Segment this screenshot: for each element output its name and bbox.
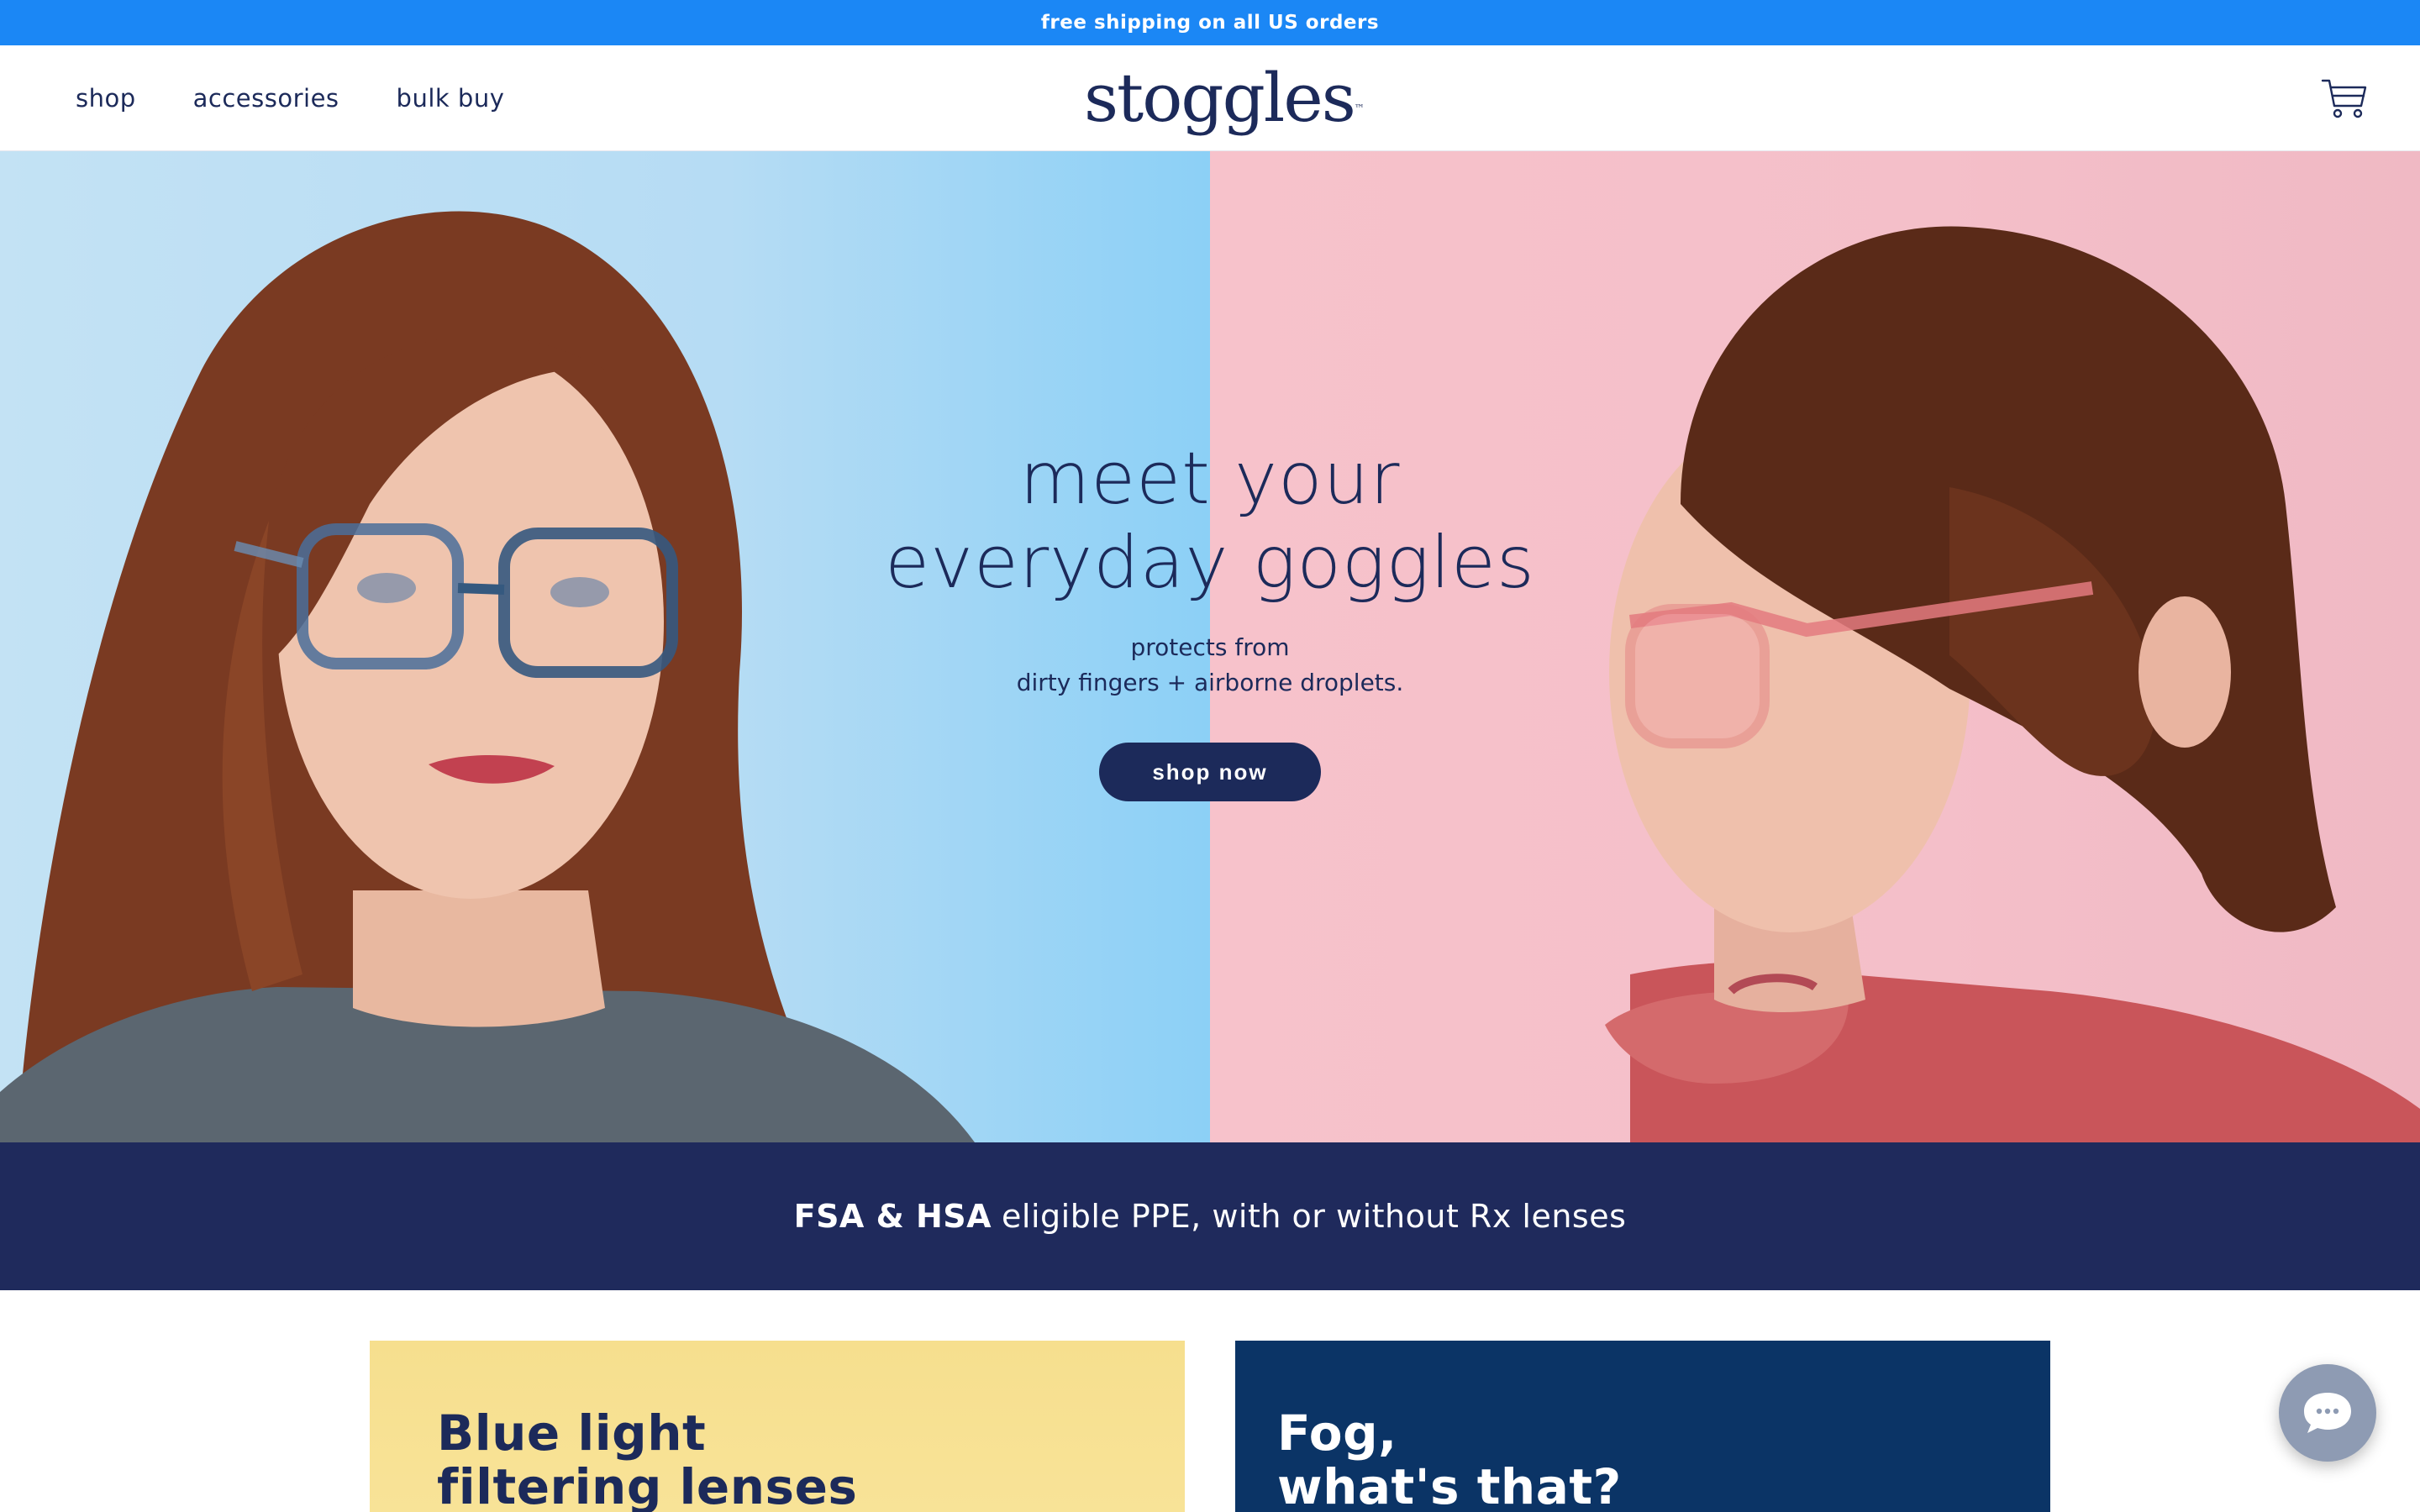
fsa-hsa-bold: FSA & HSA [793,1198,992,1235]
hero-title-line2: everyday goggles [885,521,1535,605]
nav-bulk-buy[interactable]: bulk buy [397,84,505,113]
shop-now-button[interactable]: shop now [1099,743,1321,801]
announcement-text: free shipping on all US orders [1040,12,1380,34]
site-header: shop accessories bulk buy stoggles™ [0,45,2420,151]
hero-banner: meet your everyday goggles protects from… [0,151,2420,1142]
hero-title-line1: meet your [1019,437,1401,521]
main-nav: shop accessories bulk buy [76,45,504,151]
fsa-hsa-text: eligible PPE, with or without Rx lenses [1002,1198,1627,1235]
hero-subtitle-line1: protects from [1130,633,1290,661]
blue-light-card-line2: filtering lenses [437,1458,858,1512]
nav-accessories[interactable]: accessories [193,84,339,113]
hero-copy: meet your everyday goggles protects from… [790,437,1630,801]
blue-light-card-title: Blue light filtering lenses [437,1406,857,1512]
logo-text: stoggles [1084,59,1356,137]
hero-title: meet your everyday goggles [790,437,1630,605]
blue-light-card[interactable]: Blue light filtering lenses [370,1341,1185,1512]
shopping-cart-icon[interactable] [2321,76,2368,121]
chat-bubble-icon [2304,1393,2351,1433]
anti-fog-card[interactable]: Fog, what's that? [1235,1341,2050,1512]
trademark-symbol: ™ [1354,102,1365,114]
hero-subtitle-line2: dirty fingers + airborne droplets. [1016,669,1404,696]
hero-subtitle: protects from dirty fingers + airborne d… [790,630,1630,701]
anti-fog-card-line2: what's that? [1277,1458,1622,1512]
chat-launcher-button[interactable] [2279,1364,2376,1462]
fsa-hsa-banner: FSA & HSA eligible PPE, with or without … [0,1142,2420,1290]
stoggles-logo[interactable]: stoggles™ [1084,60,1365,136]
nav-shop[interactable]: shop [76,84,136,113]
anti-fog-card-title: Fog, what's that? [1277,1406,1622,1512]
blue-light-card-line1: Blue light [437,1404,707,1462]
anti-fog-card-line1: Fog, [1277,1404,1397,1462]
announcement-bar: free shipping on all US orders [0,0,2420,45]
